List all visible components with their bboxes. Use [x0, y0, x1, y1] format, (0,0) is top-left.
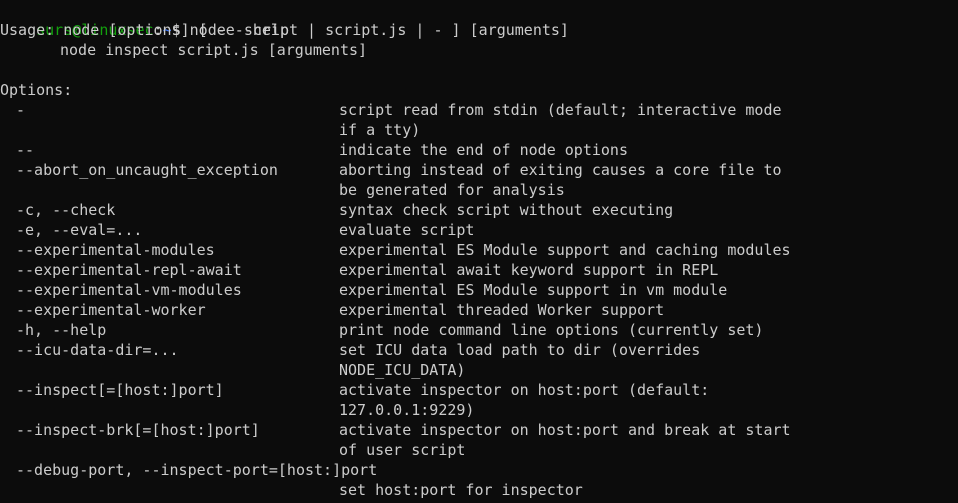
option-row-continuation: of user script	[0, 440, 958, 460]
option-description: experimental threaded Worker support	[339, 301, 665, 319]
option-flag: --	[16, 141, 35, 159]
option-description: activate inspector on host:port (default…	[339, 381, 710, 399]
options-list: - script read from stdin (default; intera…	[0, 100, 958, 500]
usage-line: Usage: node [options] [ -e script | scri…	[0, 20, 958, 40]
options-header: Options:	[0, 81, 73, 99]
option-flag: --debug-port, --inspect-port=[host:]port	[16, 461, 378, 479]
option-description: script read from stdin (default; interac…	[339, 101, 782, 119]
option-flag: --abort_on_uncaught_exception	[16, 161, 278, 179]
option-row: --icu-data-dir=... set ICU data load path…	[0, 340, 958, 360]
usage-text: Usage: node [options] [ -e script | scri…	[0, 21, 569, 39]
option-flag: -c, --check	[16, 201, 116, 219]
option-description: indicate the end of node options	[339, 141, 628, 159]
option-description: of user script	[339, 441, 466, 459]
option-row: -h, --help print node command line option…	[0, 320, 958, 340]
option-row-continuation: 127.0.0.1:9229)	[0, 400, 958, 420]
option-row-continuation: if a tty)	[0, 120, 958, 140]
option-flag: --experimental-modules	[16, 241, 215, 259]
option-row: --inspect[=[host:]port] activate inspecto…	[0, 380, 958, 400]
usage-text: node inspect script.js [arguments]	[60, 41, 368, 59]
option-row: --experimental-repl-await experimental aw…	[0, 260, 958, 280]
option-row: --experimental-worker experimental thread…	[0, 300, 958, 320]
option-description: be generated for analysis	[339, 181, 565, 199]
option-row-continuation: be generated for analysis	[0, 180, 958, 200]
option-flag: --icu-data-dir=...	[16, 341, 179, 359]
option-flag: -	[16, 101, 26, 119]
option-description: aborting instead of exiting causes a cor…	[339, 161, 782, 179]
option-description: if a tty)	[339, 121, 421, 139]
option-description: experimental await keyword support in RE…	[339, 261, 719, 279]
option-flag: --inspect[=[host:]port]	[16, 381, 224, 399]
options-header-line: Options:	[0, 80, 958, 100]
option-row: -c, --check syntax check script without e…	[0, 200, 958, 220]
option-description: experimental ES Module support in vm mod…	[339, 281, 728, 299]
option-description: experimental ES Module support and cachi…	[339, 241, 791, 259]
option-row: - script read from stdin (default; intera…	[0, 100, 958, 120]
option-row: --abort_on_uncaught_exception aborting in…	[0, 160, 958, 180]
option-row: -- indicate the end of node options	[0, 140, 958, 160]
option-flag: --inspect-brk[=[host:]port]	[16, 421, 260, 439]
usage-line: node inspect script.js [arguments]	[0, 40, 958, 60]
option-row: --debug-port, --inspect-port=[host:]port	[0, 460, 958, 480]
option-description: evaluate script	[339, 221, 475, 239]
option-description: NODE_ICU_DATA)	[339, 361, 466, 379]
option-row: --experimental-modules experimental ES Mo…	[0, 240, 958, 260]
option-description: print node command line options (current…	[339, 321, 764, 339]
option-description: set host:port for inspector	[339, 481, 583, 499]
option-row: -e, --eval=... evaluate script	[0, 220, 958, 240]
option-description: set ICU data load path to dir (overrides	[339, 341, 701, 359]
option-description: activate inspector on host:port and brea…	[339, 421, 791, 439]
option-row-continuation: NODE_ICU_DATA)	[0, 360, 958, 380]
option-row: --experimental-vm-modules experimental ES…	[0, 280, 958, 300]
option-row-continuation: set host:port for inspector	[0, 480, 958, 500]
terminal-window[interactable]: surs@linuxsec:~$ node --help Usage: node…	[0, 0, 958, 503]
option-flag: --experimental-repl-await	[16, 261, 242, 279]
option-flag: -h, --help	[16, 321, 107, 339]
option-flag: --experimental-worker	[16, 301, 206, 319]
option-description: syntax check script without executing	[339, 201, 674, 219]
option-row: --inspect-brk[=[host:]port] activate insp…	[0, 420, 958, 440]
option-description: 127.0.0.1:9229)	[339, 401, 475, 419]
option-flag: --experimental-vm-modules	[16, 281, 242, 299]
prompt-line: surs@linuxsec:~$ node --help	[0, 0, 958, 39]
option-flag: -e, --eval=...	[16, 221, 143, 239]
